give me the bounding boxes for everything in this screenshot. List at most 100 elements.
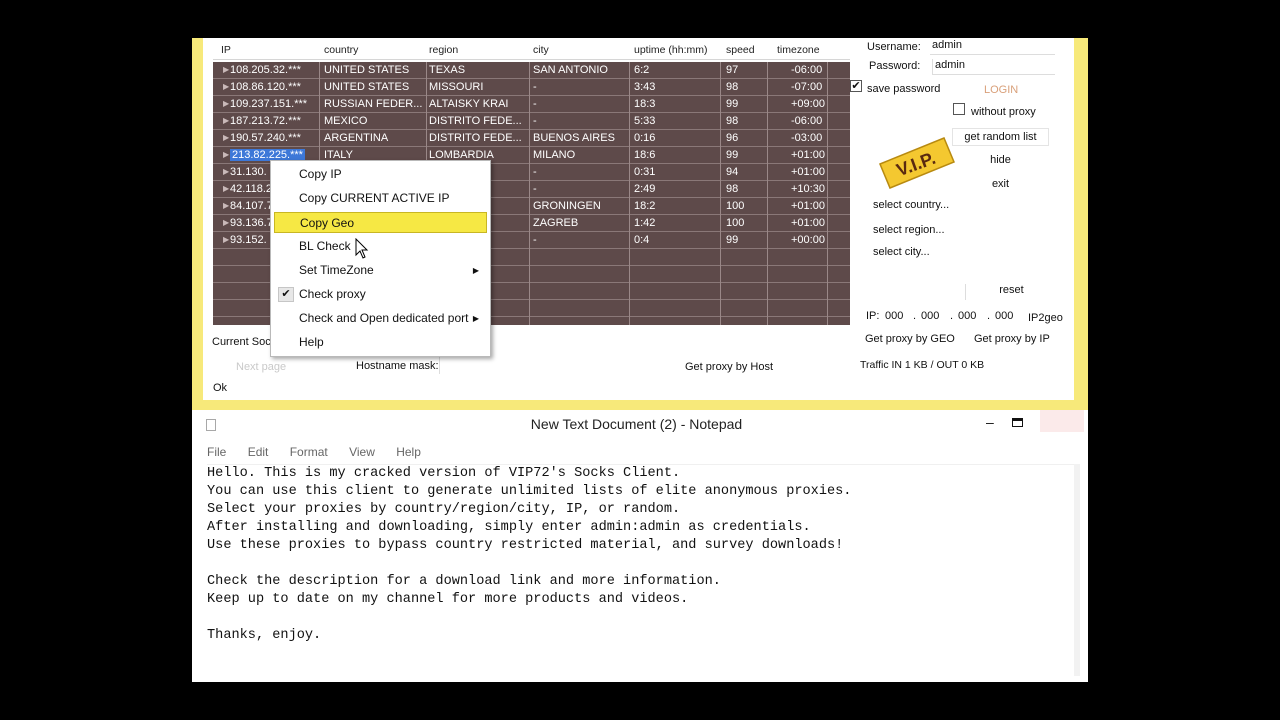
col-timezone[interactable]: timezone	[777, 44, 820, 56]
text-line: Keep up to date on my channel for more p…	[207, 592, 689, 607]
cell-city: GRONINGEN	[533, 200, 601, 212]
table-row[interactable]: ▶ 108.205.32.*** UNITED STATES TEXAS SAN ANT…	[213, 62, 850, 79]
password-field[interactable]: admin	[932, 59, 1055, 75]
menu-item-copy-current-active-ip[interactable]: Copy CURRENT ACTIVE IP	[274, 188, 487, 209]
select-region-dropdown[interactable]: select region...	[873, 224, 945, 236]
menu-item-copy-ip[interactable]: Copy IP	[274, 164, 487, 185]
cell-country: UNITED STATES	[324, 81, 410, 93]
table-row[interactable]: ▶ 187.213.72.*** MEXICO DISTRITO FEDE... - 5:…	[213, 113, 850, 130]
mouse-cursor-icon	[355, 238, 369, 259]
text-line	[207, 555, 1077, 573]
get-random-list-button[interactable]: get random list	[952, 128, 1049, 146]
text-line: Thanks, enjoy.	[207, 628, 322, 643]
col-divider	[529, 62, 530, 325]
side-panel: Username: admin Password: admin ✔ save p…	[850, 38, 1074, 400]
get-proxy-by-geo-button[interactable]: Get proxy by GEO	[865, 333, 955, 345]
col-divider	[720, 62, 721, 325]
menu-help[interactable]: Help	[396, 445, 421, 459]
without-proxy-checkbox[interactable]	[953, 103, 965, 115]
row-arrow-icon: ▶	[223, 184, 230, 193]
menu-view[interactable]: View	[349, 445, 375, 459]
row-arrow-icon: ▶	[223, 116, 230, 125]
table-row[interactable]: ▶ 190.57.240.*** ARGENTINA DISTRITO FEDE...…	[213, 130, 850, 147]
col-speed[interactable]: speed	[726, 44, 755, 56]
menu-item-check-open-port[interactable]: Check and Open dedicated port ▶	[274, 308, 487, 329]
close-button[interactable]	[1040, 410, 1084, 432]
cell-country: ARGENTINA	[324, 132, 389, 144]
col-uptime[interactable]: uptime (hh:mm)	[634, 44, 708, 56]
cell-timezone: -03:00	[791, 132, 823, 144]
cell-timezone: +01:00	[791, 200, 825, 212]
submenu-arrow-icon: ▶	[472, 266, 479, 275]
checkmark-icon: ✔	[278, 287, 294, 302]
cell-city: MILANO	[533, 149, 576, 161]
vertical-scrollbar[interactable]	[1074, 464, 1080, 676]
exit-button[interactable]: exit	[952, 178, 1049, 194]
login-button[interactable]: LOGIN	[984, 84, 1018, 96]
text-line: Select your proxies by country/region/ci…	[207, 502, 681, 517]
table-header: IP country region city uptime (hh:mm) sp…	[213, 40, 850, 60]
get-proxy-by-host-button[interactable]: Get proxy by Host	[685, 361, 773, 373]
cell-uptime: 5:33	[634, 115, 656, 127]
cell-ip: 190.57.240.***	[230, 132, 301, 144]
ip-dot: .	[950, 310, 954, 322]
table-row[interactable]: ▶ 109.237.151.*** RUSSIAN FEDER... ALTAISKY…	[213, 96, 850, 113]
ip2geo-button[interactable]: IP2geo	[1028, 312, 1063, 324]
hostname-mask-label: Hostname mask:	[356, 360, 439, 372]
cell-region: MISSOURI	[429, 81, 484, 93]
ip-octet-4[interactable]: 000	[995, 310, 1013, 322]
col-city[interactable]: city	[533, 44, 549, 56]
col-ip[interactable]: IP	[221, 44, 231, 56]
row-arrow-icon: ▶	[223, 99, 230, 108]
menu-item-bl-check[interactable]: BL Check	[274, 236, 487, 257]
col-country[interactable]: country	[324, 44, 358, 56]
ip-octet-2[interactable]: 000	[921, 310, 939, 322]
username-field[interactable]: admin	[930, 39, 1055, 55]
cell-region: DISTRITO FEDE...	[429, 115, 522, 127]
cell-region: DISTRITO FEDE...	[429, 132, 522, 144]
cell-uptime: 18:6	[634, 149, 656, 161]
select-country-dropdown[interactable]: select country...	[873, 199, 949, 211]
maximize-button[interactable]	[1012, 418, 1023, 427]
cell-ip: 109.237.151.***	[230, 98, 308, 110]
menu-item-check-proxy[interactable]: ✔ Check proxy	[274, 284, 487, 305]
col-region[interactable]: region	[429, 44, 458, 56]
window-title: New Text Document (2) - Notepad	[530, 416, 743, 432]
hide-button[interactable]: hide	[952, 154, 1049, 170]
table-row[interactable]: ▶ 108.86.120.*** UNITED STATES MISSOURI - 3:4…	[213, 79, 850, 96]
cell-speed: 97	[726, 64, 739, 76]
get-proxy-by-ip-button[interactable]: Get proxy by IP	[974, 333, 1050, 345]
ip-octet-3[interactable]: 000	[958, 310, 976, 322]
cell-speed: 96	[726, 132, 739, 144]
cell-city: ZAGREB	[533, 217, 579, 229]
cell-city: BUENOS AIRES	[533, 132, 615, 144]
save-password-checkbox[interactable]: ✔	[850, 80, 862, 92]
cell-timezone: +00:00	[791, 234, 825, 246]
next-page-button[interactable]: Next page	[236, 361, 286, 373]
menu-file[interactable]: File	[207, 445, 226, 459]
menu-item-label: Check proxy	[299, 287, 366, 301]
menu-item-set-timezone[interactable]: Set TimeZone ▶	[274, 260, 487, 281]
without-proxy-label: without proxy	[971, 106, 1036, 118]
menu-item-label: Set TimeZone	[299, 263, 374, 277]
cell-uptime: 18:2	[634, 200, 656, 212]
menu-edit[interactable]: Edit	[248, 445, 269, 459]
row-arrow-icon: ▶	[223, 167, 230, 176]
text-line: Check the description for a download lin…	[207, 574, 721, 589]
text-editor[interactable]: Hello. This is my cracked version of VIP…	[207, 464, 1077, 676]
cell-ip: 108.86.120.***	[230, 81, 301, 93]
row-arrow-icon: ▶	[223, 201, 230, 210]
hostname-mask-input[interactable]	[439, 356, 599, 374]
current-socks-label: Current Soc	[212, 336, 271, 348]
minimize-button[interactable]: –	[986, 414, 1000, 430]
select-city-dropdown[interactable]: select city...	[873, 246, 930, 258]
row-arrow-icon: ▶	[223, 235, 230, 244]
menu-format[interactable]: Format	[290, 445, 328, 459]
cell-uptime: 0:4	[634, 234, 650, 246]
menu-item-copy-geo[interactable]: Copy Geo	[274, 212, 487, 233]
reset-button[interactable]: reset	[965, 284, 1057, 300]
menu-item-help[interactable]: Help	[274, 332, 487, 353]
ip-octet-1[interactable]: 000	[885, 310, 903, 322]
cell-uptime: 1:42	[634, 217, 656, 229]
text-line: Use these proxies to bypass country rest…	[207, 538, 844, 553]
